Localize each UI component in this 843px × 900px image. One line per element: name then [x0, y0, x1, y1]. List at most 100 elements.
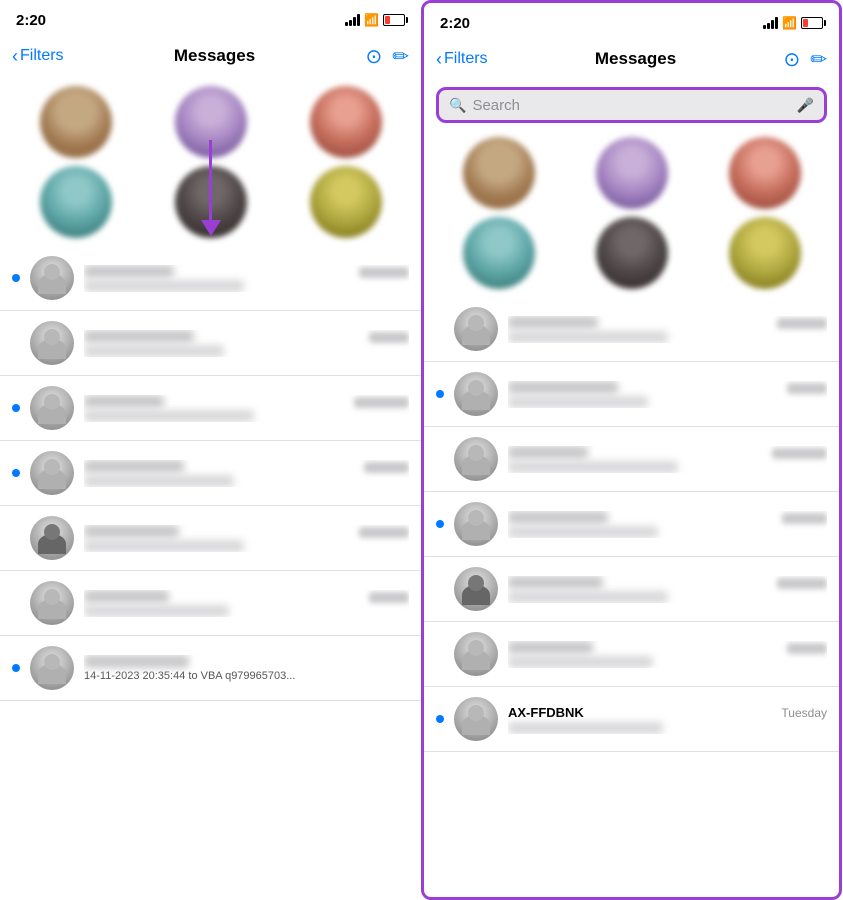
wifi-icon: 📶 — [364, 13, 379, 27]
msg-time-blur — [787, 643, 827, 654]
msg-time-blur — [777, 578, 827, 589]
right-message-item-1[interactable] — [424, 297, 839, 362]
left-message-item-4[interactable] — [0, 441, 421, 506]
right-avatar-4 — [463, 217, 535, 289]
left-msg-content-7: 14-11-2023 20:35:44 to VBA q979965703... — [84, 655, 409, 682]
left-filters-label: Filters — [20, 47, 64, 65]
right-msg-avatar-7 — [454, 697, 498, 741]
left-nav-bar: ‹ Filters Messages ⊙ ✏ — [0, 36, 421, 80]
right-avatar-6 — [729, 217, 801, 289]
left-pinned-contact-5[interactable] — [175, 166, 247, 238]
right-compose-button[interactable]: ✏ — [810, 47, 827, 72]
right-avatar-1 — [463, 137, 535, 209]
right-status-icons: 📶 8 — [763, 16, 823, 30]
right-pinned-contact-6[interactable] — [729, 217, 801, 289]
msg-name-blur — [508, 576, 603, 589]
msg-preview-blur — [84, 280, 244, 292]
right-phone-panel: 2:20 📶 8 ‹ Filters Messages ⊙ ✏ — [421, 0, 842, 900]
msg-preview-blur — [508, 656, 653, 668]
msg-preview-blur — [508, 591, 668, 603]
left-message-item-3[interactable] — [0, 376, 421, 441]
right-filters-back[interactable]: ‹ Filters — [436, 49, 488, 70]
left-message-item-6[interactable] — [0, 571, 421, 636]
right-msg-content-6 — [508, 641, 827, 668]
msg-time-blur — [369, 592, 409, 603]
left-more-button[interactable]: ⊙ — [365, 44, 382, 69]
right-message-item-5[interactable] — [424, 557, 839, 622]
right-message-item-7[interactable]: AX-FFDBNK Tuesday — [424, 687, 839, 752]
left-pinned-contact-1[interactable] — [40, 86, 112, 158]
left-avatar-4 — [40, 166, 112, 238]
search-placeholder-text: Search — [472, 97, 790, 114]
msg-time-blur — [364, 462, 409, 473]
msg-time-blur — [787, 383, 827, 394]
left-msg-content-2 — [84, 330, 409, 357]
msg-name-blur — [508, 641, 593, 654]
left-msg-avatar-6 — [30, 581, 74, 625]
left-message-item-5[interactable] — [0, 506, 421, 571]
right-signal-bars-icon — [763, 17, 778, 29]
msg-time-blur — [354, 397, 409, 408]
left-message-item-2[interactable] — [0, 311, 421, 376]
right-more-button[interactable]: ⊙ — [783, 47, 800, 72]
left-compose-button[interactable]: ✏ — [392, 44, 409, 69]
left-pinned-contact-6[interactable] — [310, 166, 382, 238]
left-msg-content-6 — [84, 590, 409, 617]
msg-name-blur — [508, 511, 608, 524]
search-icon: 🔍 — [449, 97, 466, 114]
msg-name-blur — [508, 446, 588, 459]
left-pinned-contact-3[interactable] — [310, 86, 382, 158]
unread-indicator — [436, 520, 444, 528]
msg-preview-blur — [508, 722, 663, 734]
msg-name-blur — [84, 460, 184, 473]
left-msg-avatar-7 — [30, 646, 74, 690]
msg-time-blur — [359, 267, 409, 278]
right-pinned-contact-1[interactable] — [463, 137, 535, 209]
right-nav-right: ⊙ ✏ — [783, 47, 827, 72]
right-avatar-3 — [729, 137, 801, 209]
msg-preview-blur — [84, 605, 229, 617]
right-pinned-contact-4[interactable] — [463, 217, 535, 289]
right-msg-avatar-1 — [454, 307, 498, 351]
right-message-item-6[interactable] — [424, 622, 839, 687]
left-msg-avatar-5 — [30, 516, 74, 560]
signal-bars-icon — [345, 14, 360, 26]
msg-time-blur — [359, 527, 409, 538]
msg-name-blur — [84, 525, 179, 538]
msg-name-blur — [84, 655, 189, 668]
right-search-bar[interactable]: 🔍 Search 🎤 — [436, 87, 827, 123]
right-pinned-contact-3[interactable] — [729, 137, 801, 209]
msg-preview-blur — [508, 461, 678, 473]
left-filters-back[interactable]: ‹ Filters — [12, 46, 64, 67]
right-avatar-5 — [596, 217, 668, 289]
right-message-item-2[interactable] — [424, 362, 839, 427]
left-msg-avatar-4 — [30, 451, 74, 495]
left-back-chevron-icon: ‹ — [12, 46, 18, 67]
msg-time-blur — [772, 448, 827, 459]
left-msg-avatar-1 — [30, 256, 74, 300]
microphone-icon[interactable]: 🎤 — [797, 97, 814, 114]
left-avatar-1 — [40, 86, 112, 158]
left-pinned-contact-2[interactable] — [175, 86, 247, 158]
right-message-item-4[interactable] — [424, 492, 839, 557]
right-msg-avatar-6 — [454, 632, 498, 676]
right-pinned-section — [424, 131, 839, 297]
left-avatar-6 — [310, 166, 382, 238]
msg-time-blur — [369, 332, 409, 343]
left-message-item-7[interactable]: 14-11-2023 20:35:44 to VBA q979965703... — [0, 636, 421, 701]
msg-name-blur — [508, 316, 598, 329]
right-pinned-contact-2[interactable] — [596, 137, 668, 209]
right-message-item-3[interactable] — [424, 427, 839, 492]
right-time: 2:20 — [440, 15, 470, 32]
unread-indicator — [436, 390, 444, 398]
msg-preview-blur — [84, 410, 254, 422]
left-avatar-5 — [175, 166, 247, 238]
msg-preview-blur — [508, 331, 668, 343]
battery-icon: 8 — [383, 14, 405, 26]
right-pinned-contact-5[interactable] — [596, 217, 668, 289]
right-msg-name-7: AX-FFDBNK — [508, 705, 584, 720]
left-pinned-contact-4[interactable] — [40, 166, 112, 238]
unread-indicator — [12, 274, 20, 282]
left-message-item-1[interactable] — [0, 246, 421, 311]
msg-preview-blur — [84, 345, 224, 357]
